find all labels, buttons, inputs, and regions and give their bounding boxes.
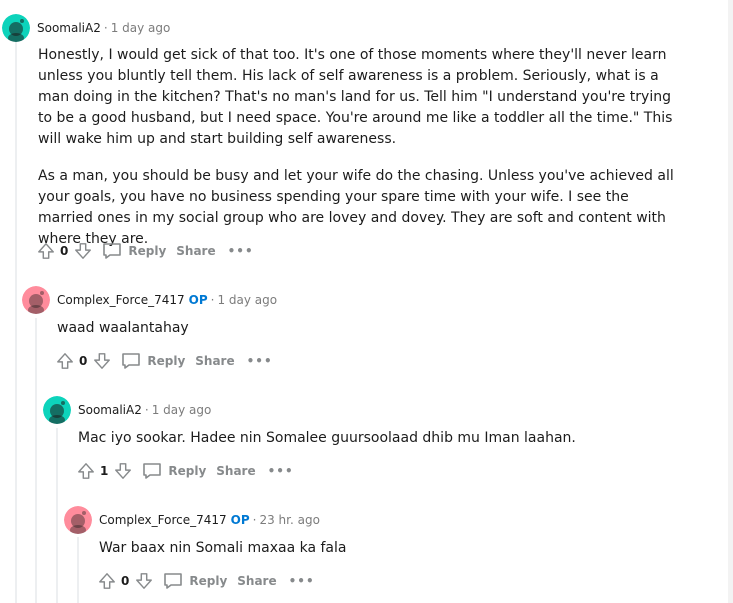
timestamp[interactable]: 1 day ago xyxy=(111,21,171,35)
arrow-down-icon xyxy=(75,243,92,259)
avatar[interactable] xyxy=(2,14,30,42)
vote-score: 1 xyxy=(100,464,109,478)
share-button[interactable]: Share xyxy=(195,354,234,368)
thread-line[interactable] xyxy=(56,428,58,603)
reply-label: Reply xyxy=(128,244,167,258)
reply-button[interactable]: Reply xyxy=(102,242,166,260)
thread-line[interactable] xyxy=(35,318,37,603)
upvote-button[interactable] xyxy=(96,570,118,592)
downvote-button[interactable] xyxy=(133,570,155,592)
comment-actions: 0 Reply Share ••• xyxy=(96,569,315,593)
scrollbar[interactable] xyxy=(728,0,733,603)
thread-line[interactable] xyxy=(15,40,17,603)
reply-label: Reply xyxy=(189,574,228,588)
speech-bubble-icon xyxy=(122,353,141,369)
meta-separator: · xyxy=(144,403,149,417)
more-options-button[interactable]: ••• xyxy=(228,244,254,258)
reply-label: Reply xyxy=(168,464,207,478)
meta-separator: · xyxy=(210,293,215,307)
more-options-button[interactable]: ••• xyxy=(247,354,273,368)
more-options-button[interactable]: ••• xyxy=(289,574,315,588)
avatar-icon xyxy=(2,14,30,42)
speech-bubble-icon xyxy=(143,463,162,479)
more-options-button[interactable]: ••• xyxy=(268,464,294,478)
author-name[interactable]: Complex_Force_7417 xyxy=(99,513,227,527)
comment-body: War baax nin Somali maxaa ka fala xyxy=(99,538,679,559)
avatar-icon xyxy=(43,396,71,424)
arrow-down-icon xyxy=(94,353,111,369)
reply-button[interactable]: Reply xyxy=(142,462,206,480)
upvote-button[interactable] xyxy=(75,460,97,482)
arrow-up-icon xyxy=(78,463,94,479)
upvote-button[interactable] xyxy=(35,240,57,262)
avatar-icon xyxy=(22,286,50,314)
avatar[interactable] xyxy=(22,286,50,314)
comment-actions: 1 Reply Share ••• xyxy=(75,459,294,483)
reply-button[interactable]: Reply xyxy=(121,352,185,370)
thread-line[interactable] xyxy=(77,537,79,603)
comment-actions: 0 Reply Share ••• xyxy=(35,239,254,263)
share-button[interactable]: Share xyxy=(237,574,276,588)
downvote-button[interactable] xyxy=(112,460,134,482)
arrow-up-icon xyxy=(57,353,73,369)
comment-meta: SoomaliA2 · 1 day ago xyxy=(37,21,170,35)
comment-paragraph: War baax nin Somali maxaa ka fala xyxy=(99,540,347,556)
comment-paragraph: waad waalantahay xyxy=(57,320,189,336)
downvote-button[interactable] xyxy=(72,240,94,262)
comment-body: Mac iyo sookar. Hadee nin Somalee guurso… xyxy=(78,428,678,449)
timestamp[interactable]: 1 day ago xyxy=(217,293,277,307)
comment-body: Honestly, I would get sick of that too. … xyxy=(38,45,678,250)
comment-paragraph: Mac iyo sookar. Hadee nin Somalee guurso… xyxy=(78,430,576,446)
speech-bubble-icon xyxy=(103,243,122,259)
meta-separator: · xyxy=(252,513,257,527)
timestamp[interactable]: 1 day ago xyxy=(152,403,212,417)
comment-meta: Complex_Force_7417 OP · 1 day ago xyxy=(57,293,277,307)
share-button[interactable]: Share xyxy=(176,244,215,258)
arrow-down-icon xyxy=(136,573,153,589)
op-badge: OP xyxy=(188,293,208,307)
comment-meta: SoomaliA2 · 1 day ago xyxy=(78,403,211,417)
vote-score: 0 xyxy=(79,354,88,368)
arrow-down-icon xyxy=(115,463,132,479)
comment-actions: 0 Reply Share ••• xyxy=(54,349,273,373)
avatar[interactable] xyxy=(43,396,71,424)
op-badge: OP xyxy=(230,513,250,527)
comment-meta: Complex_Force_7417 OP · 23 hr. ago xyxy=(99,513,320,527)
reply-button[interactable]: Reply xyxy=(163,572,227,590)
arrow-up-icon xyxy=(99,573,115,589)
comment-body: waad waalantahay xyxy=(57,318,657,339)
author-name[interactable]: SoomaliA2 xyxy=(78,403,142,417)
meta-separator: · xyxy=(103,21,108,35)
timestamp[interactable]: 23 hr. ago xyxy=(259,513,319,527)
vote-score: 0 xyxy=(60,244,69,258)
comment-paragraph: As a man, you should be busy and let you… xyxy=(38,168,674,247)
arrow-up-icon xyxy=(38,243,54,259)
avatar[interactable] xyxy=(64,506,92,534)
downvote-button[interactable] xyxy=(91,350,113,372)
avatar-icon xyxy=(64,506,92,534)
vote-score: 0 xyxy=(121,574,130,588)
author-name[interactable]: SoomaliA2 xyxy=(37,21,101,35)
author-name[interactable]: Complex_Force_7417 xyxy=(57,293,185,307)
upvote-button[interactable] xyxy=(54,350,76,372)
comment-paragraph: Honestly, I would get sick of that too. … xyxy=(38,47,673,147)
share-button[interactable]: Share xyxy=(216,464,255,478)
speech-bubble-icon xyxy=(164,573,183,589)
reply-label: Reply xyxy=(147,354,186,368)
